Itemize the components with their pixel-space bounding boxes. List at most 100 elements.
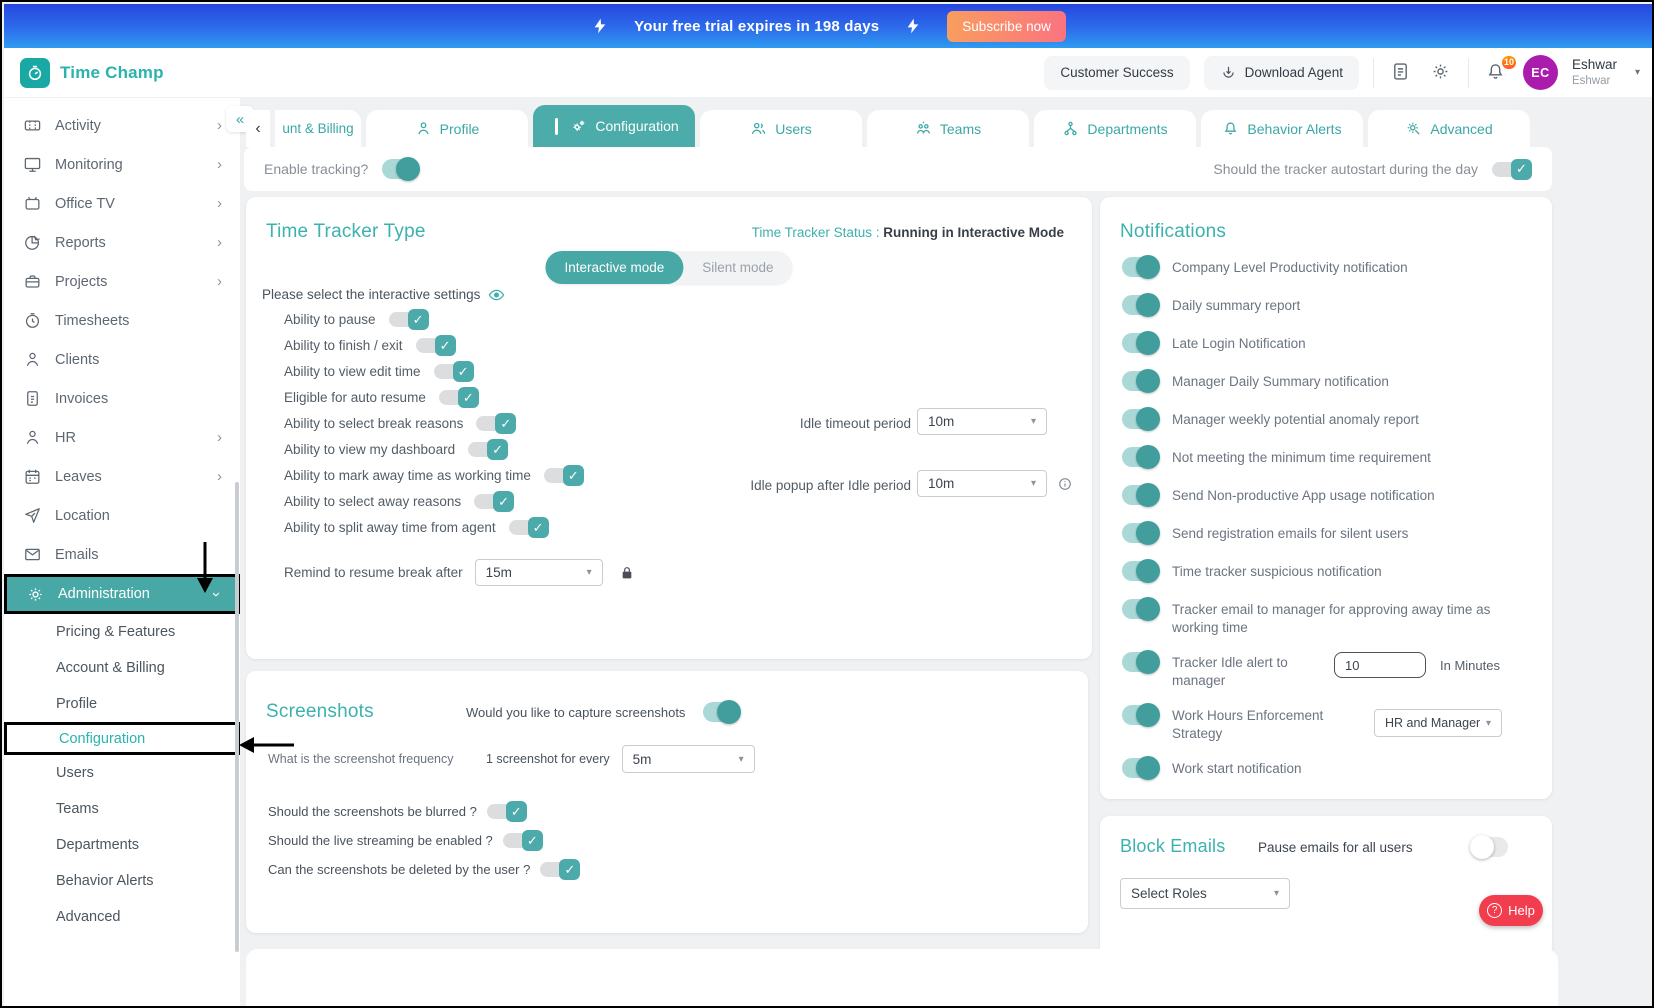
setting-toggle[interactable]: ✓ xyxy=(476,413,517,434)
setting-toggle[interactable]: ✓ xyxy=(543,465,584,486)
autostart-toggle[interactable]: ✓ xyxy=(1492,158,1532,180)
block-emails-title: Block Emails xyxy=(1120,836,1226,856)
streaming-toggle[interactable]: ✓ xyxy=(502,830,543,851)
chevron-down-icon: ▾ xyxy=(738,753,744,765)
tab-scroll-left-icon[interactable]: ‹ xyxy=(246,110,270,147)
download-icon xyxy=(1222,66,1234,78)
sidebar-item-location[interactable]: Location xyxy=(4,496,240,535)
sidebar-item-users[interactable]: Users xyxy=(4,755,240,791)
notification-toggle[interactable] xyxy=(1122,756,1160,780)
avatar[interactable]: EC xyxy=(1522,55,1558,90)
frequency-select[interactable]: 5m ▾ xyxy=(621,745,755,773)
sidebar-item-reports[interactable]: Reports › xyxy=(4,223,240,262)
remind-resume-select[interactable]: 15m ▾ xyxy=(474,559,603,586)
notification-row-work-hours: Work Hours Enforcement Strategy HR and M… xyxy=(1122,703,1538,743)
sidebar-item-office-tv[interactable]: Office TV › xyxy=(4,184,240,223)
deleted-toggle[interactable]: ✓ xyxy=(540,859,581,880)
check-icon: ✓ xyxy=(487,439,509,460)
blurred-toggle[interactable]: ✓ xyxy=(486,801,527,822)
sidebar-item-pricing-features[interactable]: Pricing & Features xyxy=(4,614,240,650)
interactive-settings-list: Ability to pause ✓ Ability to finish / ex… xyxy=(284,309,584,543)
silent-mode-button[interactable]: Silent mode xyxy=(683,251,792,284)
download-agent-button[interactable]: Download Agent xyxy=(1203,55,1359,90)
help-button[interactable]: ? Help xyxy=(1479,895,1543,926)
sidebar-item-invoices[interactable]: Invoices xyxy=(4,379,240,418)
tab-users[interactable]: Users xyxy=(700,110,862,147)
customer-success-button[interactable]: Customer Success xyxy=(1044,55,1190,90)
notification-toggle[interactable] xyxy=(1122,407,1160,431)
interactive-mode-button[interactable]: Interactive mode xyxy=(545,251,684,284)
sidebar-item-hr[interactable]: HR › xyxy=(4,418,240,457)
notification-toggle[interactable] xyxy=(1122,445,1160,469)
sidebar-item-departments[interactable]: Departments xyxy=(4,827,240,863)
work-hours-select[interactable]: HR and Manager ▾ xyxy=(1374,709,1502,737)
person-icon xyxy=(22,350,42,370)
setting-toggle[interactable]: ✓ xyxy=(474,491,515,512)
sidebar-item-timesheets[interactable]: Timesheets xyxy=(4,301,240,340)
idle-timeout-select[interactable]: 10m ▾ xyxy=(917,408,1047,435)
tab-behavior-alerts[interactable]: Behavior Alerts xyxy=(1201,110,1363,147)
tab-departments[interactable]: Departments xyxy=(1034,110,1196,147)
sidebar-item-profile[interactable]: Profile xyxy=(4,686,240,722)
notification-toggle[interactable] xyxy=(1122,293,1160,317)
sidebar-item-emails[interactable]: Emails xyxy=(4,535,240,574)
notification-toggle[interactable] xyxy=(1122,703,1160,727)
sidebar-item-activity[interactable]: Activity › xyxy=(4,106,240,145)
tracker-status: Time Tracker Status : Running in Interac… xyxy=(751,225,1064,240)
header-divider xyxy=(1372,57,1374,88)
setting-toggle[interactable]: ✓ xyxy=(468,439,509,460)
capture-toggle[interactable] xyxy=(703,700,742,724)
sidebar-item-clients[interactable]: Clients xyxy=(4,340,240,379)
pause-emails-toggle[interactable] xyxy=(1470,835,1508,859)
setting-toggle[interactable]: ✓ xyxy=(433,361,474,382)
document-icon[interactable] xyxy=(1388,60,1414,86)
chevron-right-icon: › xyxy=(217,117,222,134)
deleted-row: Can the screenshots be deleted by the us… xyxy=(268,859,581,880)
notification-toggle[interactable] xyxy=(1122,521,1160,545)
setting-toggle[interactable]: ✓ xyxy=(508,517,549,538)
subscribe-now-button[interactable]: Subscribe now xyxy=(947,10,1066,42)
sidebar-item-advanced[interactable]: Advanced xyxy=(4,899,240,935)
bell-icon[interactable]: 10 xyxy=(1483,53,1518,86)
notification-toggle[interactable] xyxy=(1122,331,1160,355)
tab-advanced[interactable]: Advanced xyxy=(1368,110,1530,147)
sidebar-item-configuration[interactable]: Configuration xyxy=(4,722,240,755)
sidebar-scrollbar[interactable] xyxy=(235,482,239,952)
setting-toggle[interactable]: ✓ xyxy=(388,309,429,330)
sidebar-item-account-billing[interactable]: Account & Billing xyxy=(4,650,240,686)
notification-toggle[interactable] xyxy=(1122,483,1160,507)
sidebar-item-behavior-alerts[interactable]: Behavior Alerts xyxy=(4,863,240,899)
brand-logo[interactable]: Time Champ xyxy=(4,48,240,98)
gears-icon xyxy=(573,120,585,131)
sidebar-item-projects[interactable]: Projects › xyxy=(4,262,240,301)
notification-row: Tracker email to manager for approving a… xyxy=(1122,597,1538,637)
gear-icon[interactable] xyxy=(1428,60,1454,86)
notification-toggle[interactable] xyxy=(1122,369,1160,393)
sidebar-item-teams[interactable]: Teams xyxy=(4,791,240,827)
chevron-down-icon: ▾ xyxy=(1030,416,1036,427)
eye-icon[interactable] xyxy=(488,288,505,302)
chevron-down-icon: › xyxy=(208,591,225,597)
idle-popup-select[interactable]: 10m ▾ xyxy=(917,470,1047,497)
select-roles-dropdown[interactable]: Select Roles ▾ xyxy=(1120,878,1290,909)
tab-profile[interactable]: Profile xyxy=(366,110,528,147)
notification-toggle[interactable] xyxy=(1122,650,1160,674)
tab-teams[interactable]: Teams xyxy=(867,110,1029,147)
setting-toggle[interactable]: ✓ xyxy=(438,387,479,408)
sidebar-item-monitoring[interactable]: Monitoring › xyxy=(4,145,240,184)
setting-toggle[interactable]: ✓ xyxy=(415,335,456,356)
enable-tracking-toggle[interactable] xyxy=(382,157,421,181)
sidebar-item-administration[interactable]: Administration › xyxy=(4,574,240,614)
sidebar-item-leaves[interactable]: Leaves › xyxy=(4,457,240,496)
tab-configuration[interactable]: Configuration xyxy=(533,105,695,147)
chevron-down-icon[interactable]: ▾ xyxy=(1635,67,1640,78)
tracker-card-title: Time Tracker Type xyxy=(266,221,426,242)
info-icon[interactable] xyxy=(1058,477,1072,491)
active-tab-marker xyxy=(555,117,559,135)
tab-account-billing[interactable]: unt & Billing xyxy=(275,110,361,147)
notification-toggle[interactable] xyxy=(1122,255,1160,279)
notification-toggle[interactable] xyxy=(1122,597,1160,621)
app-window: Your free trial expires in 198 days Subs… xyxy=(0,0,1654,1008)
idle-alert-minutes-input[interactable] xyxy=(1334,652,1426,678)
notification-toggle[interactable] xyxy=(1122,559,1160,583)
